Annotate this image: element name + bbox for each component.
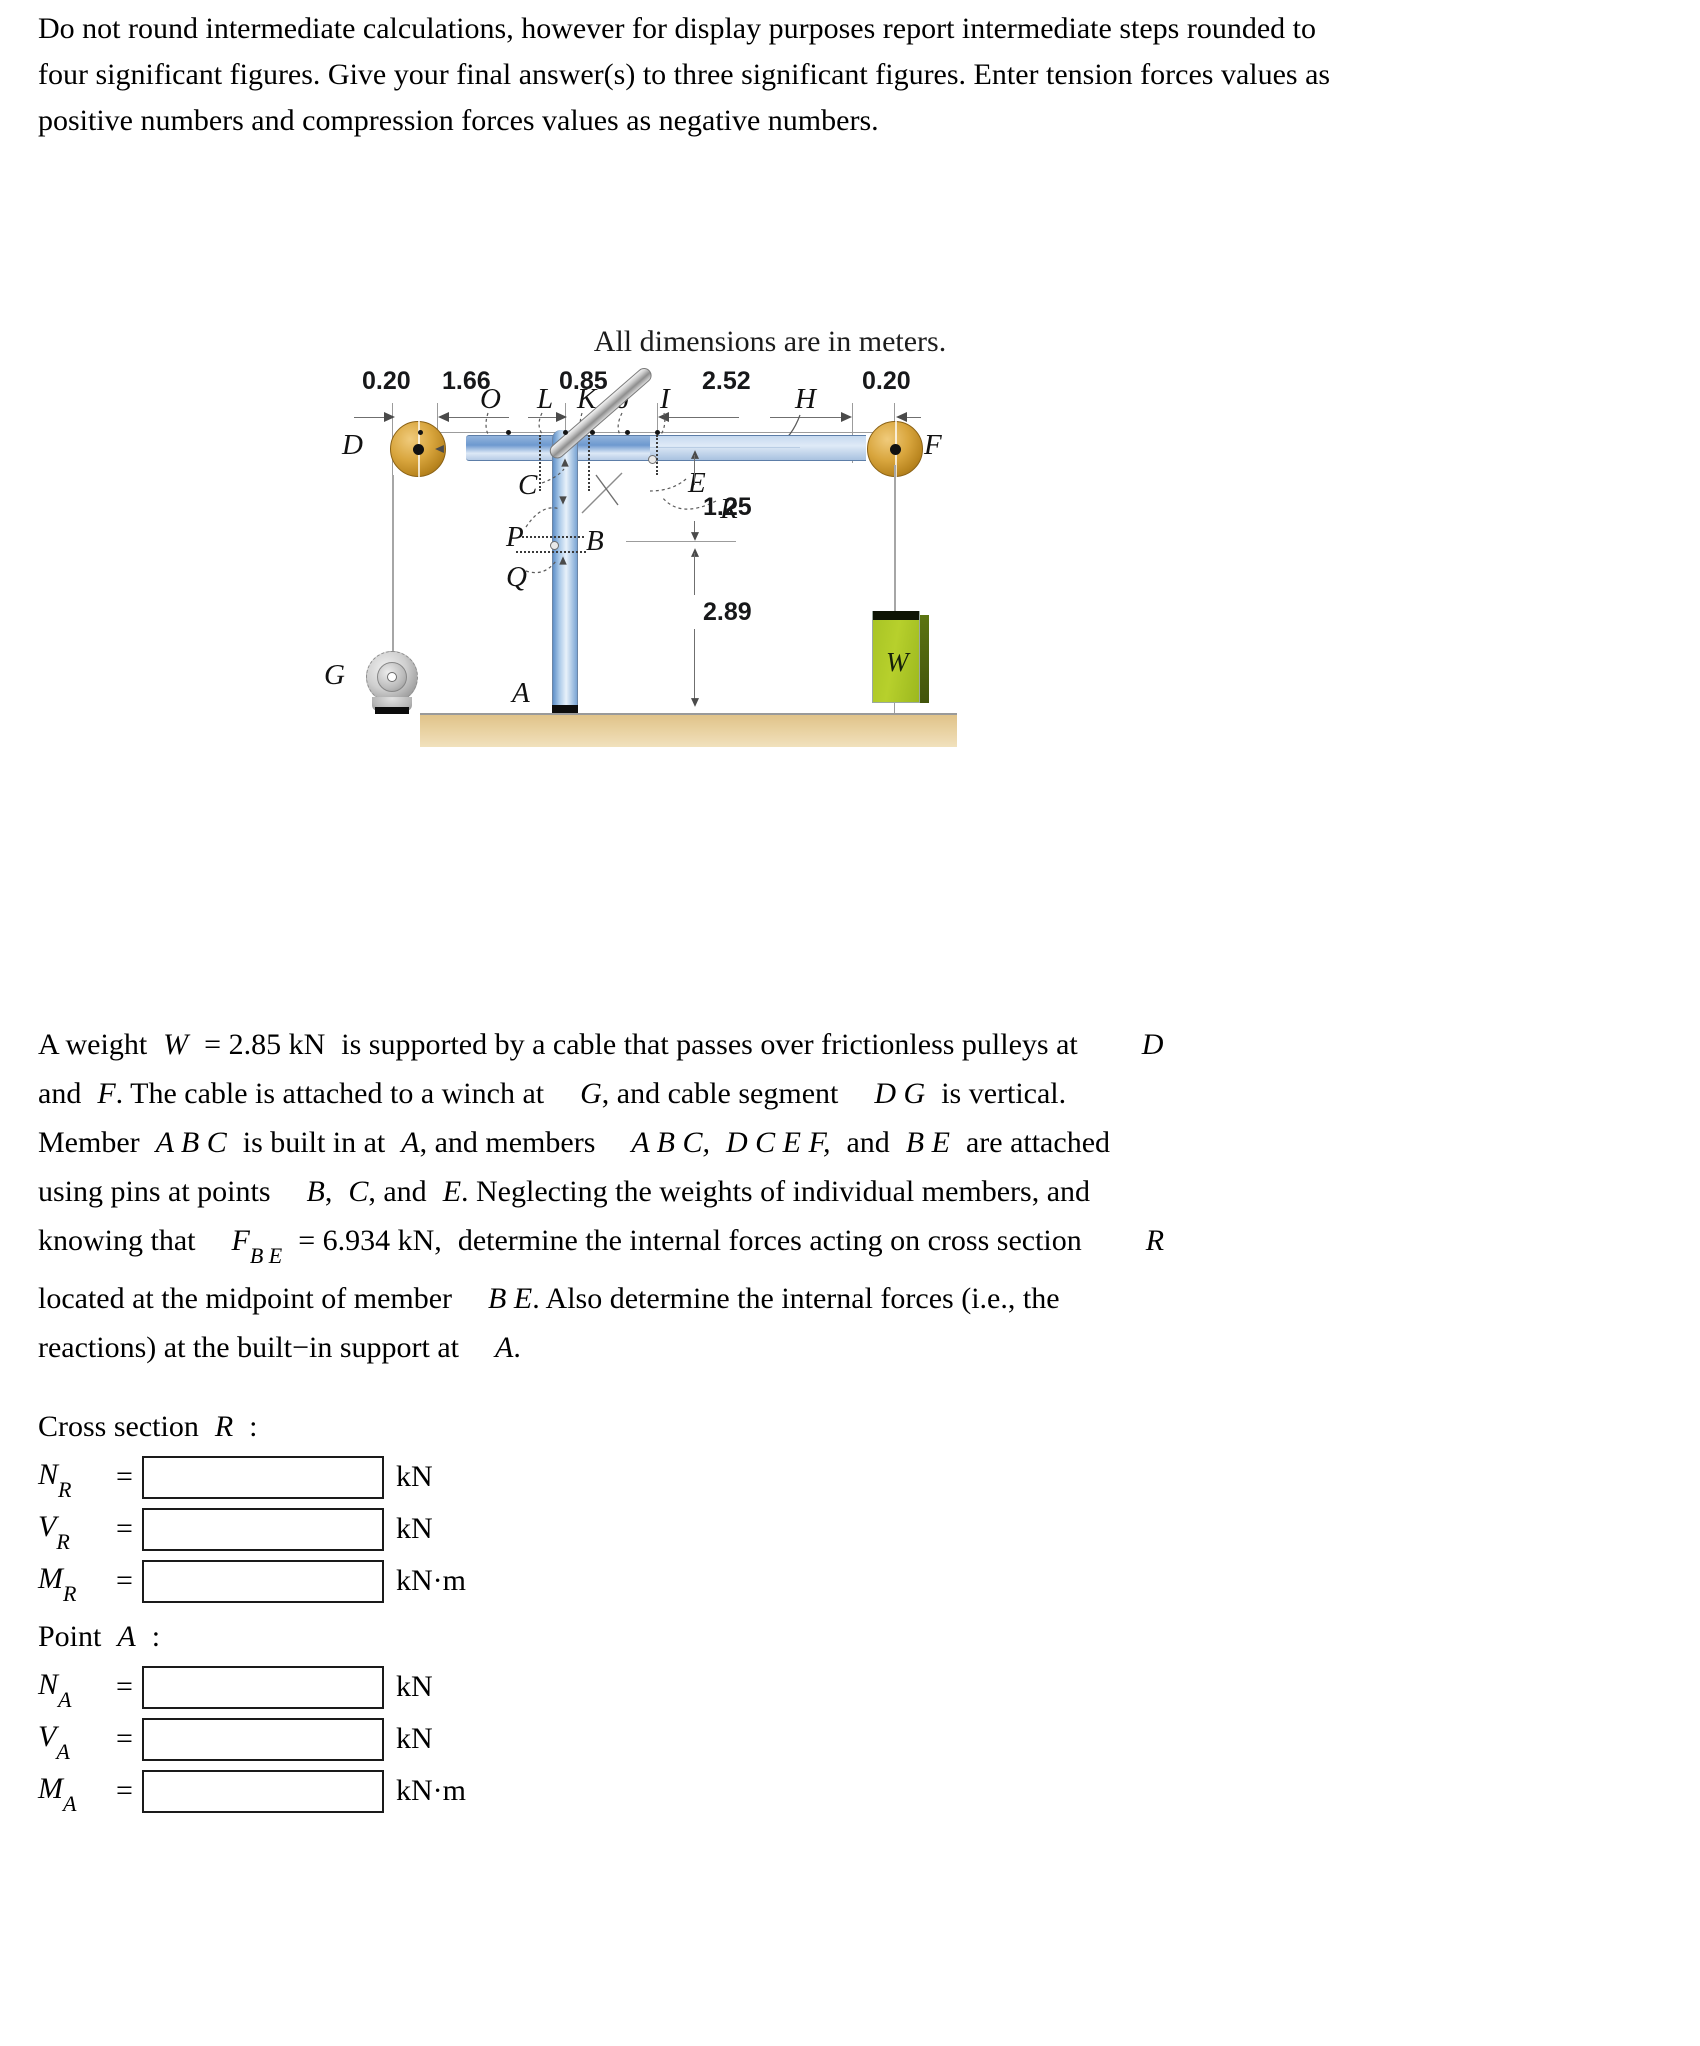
problem-page: Do not round intermediate calculations, …	[0, 0, 1700, 2046]
marker-dot-K	[590, 430, 595, 435]
unit-NR: kN	[396, 1460, 433, 1493]
dimline-2-89-a	[694, 553, 695, 595]
arrow-2-89-down	[691, 698, 699, 707]
label-MR: MR	[38, 1561, 77, 1606]
arrow-1-25-up	[691, 450, 699, 459]
section-line-B-lower	[516, 551, 586, 553]
dimline-0-20-right	[907, 417, 921, 418]
problem-line-6: located at the midpoint of member B E. Al…	[38, 1282, 1060, 1315]
input-NR[interactable]	[142, 1455, 384, 1499]
input-MA[interactable]	[142, 1769, 384, 1813]
section-line-B-upper	[522, 536, 584, 538]
equals-VR: =	[116, 1512, 133, 1545]
point-label-G: G	[324, 659, 345, 691]
unit-NA: kN	[396, 1670, 433, 1703]
unit-VA: kN	[396, 1722, 433, 1755]
answer-row-VR: VR = kN	[38, 1504, 738, 1554]
problem-line-5: knowing that FB E = 6.934 kN, determine the…	[38, 1224, 1165, 1268]
column-base-plate	[552, 705, 578, 713]
dimension-label-0-20-left: 0.20	[362, 367, 411, 395]
leader-arrow-Q	[559, 556, 567, 565]
label-VR: VR	[38, 1509, 70, 1554]
problem-line-2: and F. The cable is attached to a winch a…	[38, 1077, 1067, 1110]
unit-MR: kN·m	[396, 1564, 466, 1597]
arrow-1-25-down	[691, 532, 699, 541]
marker-dot-I	[655, 430, 660, 435]
point-label-A: A	[512, 677, 530, 709]
dimension-label-1-25: 1.25	[703, 493, 752, 521]
dimline-2-89-b	[694, 629, 695, 703]
point-label-F: F	[924, 429, 942, 461]
input-VA[interactable]	[142, 1717, 384, 1761]
leader-arrow-P	[559, 496, 567, 505]
problem-line-1: A weight W = 2.85 kN is supported by a cabl…	[38, 1028, 1164, 1061]
pulley-F-hub	[890, 444, 901, 455]
marker-dot-D	[418, 430, 423, 435]
answer-row-NA: NA = kN	[38, 1662, 738, 1712]
structure-diagram: All dimensions are in meters. 0.20 1.66 …	[324, 325, 1120, 955]
answer-section: Cross section R: NR = kN VR = kN MR = kN·…	[38, 1404, 738, 1818]
answer-row-VA: VA = kN	[38, 1714, 738, 1764]
point-a-heading: Point A:	[38, 1620, 161, 1653]
marker-dot-J	[625, 430, 630, 435]
cable-segment-DG	[392, 475, 394, 675]
dimension-label-2-89: 2.89	[703, 598, 752, 626]
answer-row-MA: MA = kN·m	[38, 1766, 738, 1816]
label-NA: NA	[38, 1667, 72, 1712]
weight-label-W: W	[886, 647, 909, 677]
pulley-D-hub	[413, 444, 424, 455]
intro-paragraph: Do not round intermediate calculations, …	[38, 12, 1331, 137]
equals-VA: =	[116, 1722, 133, 1755]
pulley-D-arrow	[435, 445, 444, 453]
dimline-0-20-left	[354, 417, 386, 418]
arrow-0-20-left	[384, 412, 395, 422]
problem-line-4: using pins at points B, C, and E. Neglectin…	[38, 1175, 1091, 1208]
section-line-E	[656, 435, 658, 475]
answer-row-NR: NR = kN	[38, 1452, 738, 1502]
unit-MA: kN·m	[396, 1774, 466, 1807]
arrow-2-89-up	[691, 548, 699, 557]
label-NR: NR	[38, 1457, 72, 1502]
equals-MR: =	[116, 1564, 133, 1597]
unit-VR: kN	[396, 1512, 433, 1545]
extension-line-B-level	[626, 541, 736, 542]
marker-dot-L	[563, 430, 568, 435]
input-MR[interactable]	[142, 1559, 384, 1603]
dimension-label-0-20-right: 0.20	[862, 367, 911, 395]
weight-block-side	[920, 615, 929, 703]
ground-surface	[420, 713, 957, 747]
marker-dot-O	[506, 430, 511, 435]
label-VA: VA	[38, 1719, 70, 1764]
equals-NR: =	[116, 1460, 133, 1493]
leader-arrow-C	[561, 458, 569, 467]
section-line-C-right	[588, 435, 590, 491]
problem-line-3: Member A B Cis built in at A, and members A…	[38, 1126, 1111, 1159]
dimension-label-2-52: 2.52	[702, 367, 751, 395]
dimline-1-25-a	[694, 455, 695, 485]
input-VR[interactable]	[142, 1507, 384, 1551]
label-MA: MA	[38, 1771, 77, 1816]
equals-NA: =	[116, 1670, 133, 1703]
winch-G-hub	[387, 672, 397, 682]
section-line-C-left	[539, 435, 541, 491]
winch-G-base-plate	[375, 707, 409, 714]
equals-MA: =	[116, 1774, 133, 1807]
answer-row-MR: MR = kN·m	[38, 1556, 738, 1606]
cable-segment-FW	[894, 465, 896, 615]
input-NA[interactable]	[142, 1665, 384, 1709]
weight-block-top	[872, 611, 920, 620]
cross-section-r-heading: Cross section R:	[38, 1410, 258, 1443]
point-label-D: D	[342, 429, 363, 461]
figure-caption: All dimensions are in meters.	[593, 325, 947, 358]
problem-line-7: reactions) at the built−in support at A.	[38, 1331, 521, 1364]
problem-statement: A weight W = 2.85 kN is supported by a cabl…	[38, 1020, 1538, 1372]
